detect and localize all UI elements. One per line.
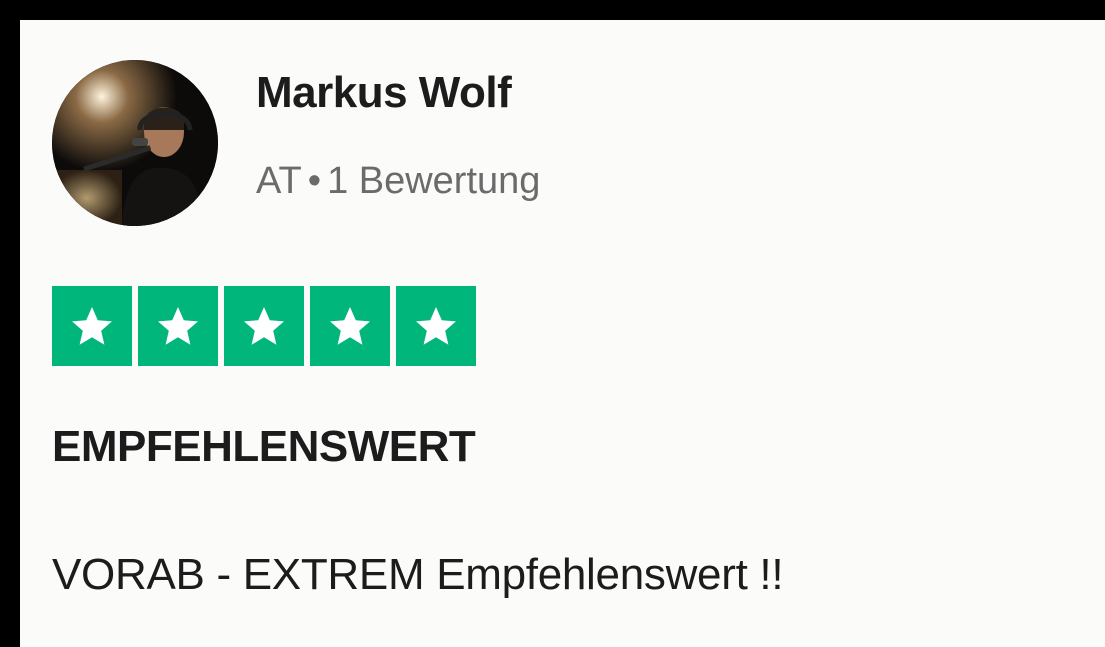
avatar-photo [52,60,218,226]
screenshot-frame: Markus Wolf AT • 1 Bewertung EMPFEHLENSWER… [0,0,1105,647]
star-icon [52,286,132,366]
reviewer-avatar[interactable] [52,60,218,226]
review-title[interactable]: EMPFEHLENSWERT [52,422,476,472]
reviewer-meta: AT • 1 Bewertung [256,160,540,203]
reviewer-review-count: 1 Bewertung [327,160,541,202]
star-icon [138,286,218,366]
star-icon [224,286,304,366]
reviewer-country: AT [256,160,302,202]
meta-separator: • [307,160,322,202]
reviewer-name[interactable]: Markus Wolf [256,68,512,118]
review-body: VORAB - EXTREM Empfehlenswert !! [52,550,784,599]
review-card: Markus Wolf AT • 1 Bewertung EMPFEHLENSWER… [20,20,1105,647]
star-rating [52,286,476,366]
star-icon [396,286,476,366]
star-icon [310,286,390,366]
